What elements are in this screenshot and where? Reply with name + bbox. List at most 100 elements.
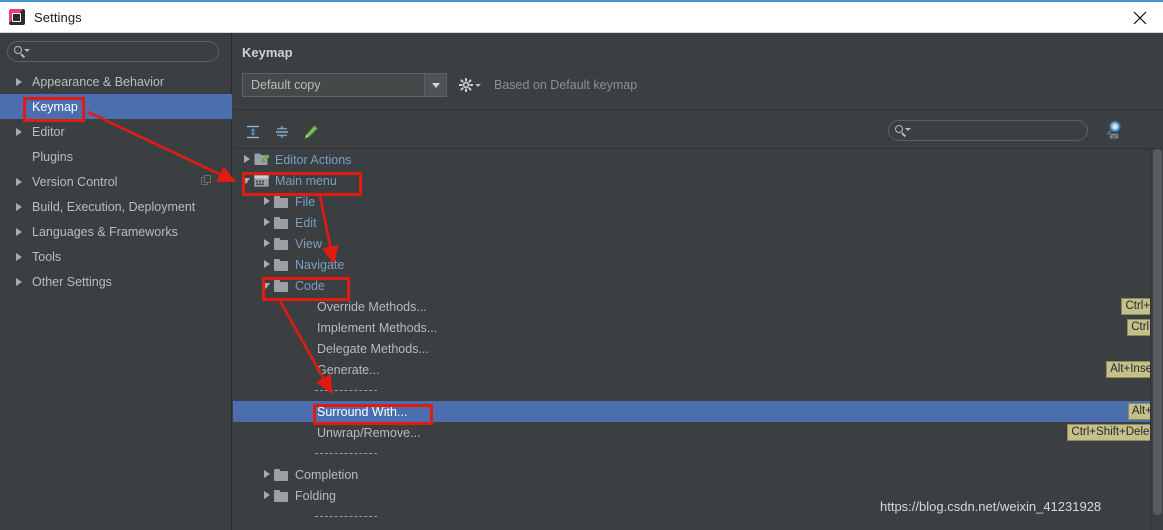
tree-row-label: Editor Actions bbox=[275, 152, 352, 167]
tree-row-generate[interactable]: Generate... Alt+Insert bbox=[233, 359, 1163, 380]
keymap-selector-row: Default copy Based on Default keymap bbox=[242, 73, 637, 97]
tree-separator-row bbox=[233, 380, 1163, 401]
separator-line bbox=[315, 516, 377, 517]
tree-row-label: Navigate bbox=[295, 257, 345, 272]
tree-row-completion[interactable]: Completion bbox=[233, 464, 1163, 485]
chevron-right-icon[interactable] bbox=[14, 276, 26, 288]
tree-row-surround-with[interactable]: Surround With... Alt+T bbox=[233, 401, 1163, 422]
chevron-right-icon[interactable] bbox=[261, 489, 274, 502]
chevron-right-icon[interactable] bbox=[14, 226, 26, 238]
sidebar-item-label: Build, Execution, Deployment bbox=[32, 199, 196, 214]
tree-search[interactable] bbox=[888, 120, 1088, 141]
search-icon bbox=[14, 45, 30, 58]
based-on-label: Based on Default keymap bbox=[494, 78, 638, 92]
sidebar-item-build-execution-deployment[interactable]: Build, Execution, Deployment bbox=[0, 194, 232, 219]
tree-row-code[interactable]: Code bbox=[233, 275, 1163, 296]
main-menu-icon bbox=[254, 174, 270, 188]
tree-row-view[interactable]: View bbox=[233, 233, 1163, 254]
copy-icon bbox=[201, 175, 212, 186]
keymap-toolbar bbox=[242, 121, 322, 143]
chevron-right-icon[interactable] bbox=[261, 468, 274, 481]
sidebar-search-input[interactable] bbox=[29, 44, 218, 59]
sidebar-item-plugins[interactable]: Plugins bbox=[0, 144, 232, 169]
expand-all-button[interactable] bbox=[242, 121, 264, 143]
window-titlebar: Settings bbox=[0, 2, 1163, 33]
tree-row-override-methods[interactable]: Override Methods... Ctrl+O bbox=[233, 296, 1163, 317]
chevron-down-icon[interactable] bbox=[261, 279, 274, 292]
chevron-right-icon[interactable] bbox=[261, 195, 274, 208]
folder-icon bbox=[274, 237, 290, 251]
tree-row-label: Folding bbox=[295, 488, 336, 503]
page-title: Keymap bbox=[242, 45, 293, 60]
folder-icon bbox=[274, 468, 290, 482]
tree-row-file[interactable]: File bbox=[233, 191, 1163, 212]
editor-actions-icon bbox=[254, 153, 270, 167]
chevron-right-icon[interactable] bbox=[241, 153, 254, 166]
gear-icon bbox=[459, 78, 473, 92]
chevron-down-icon[interactable] bbox=[241, 174, 254, 187]
sidebar-item-label: Editor bbox=[32, 124, 65, 139]
tree-vertical-scrollbar[interactable] bbox=[1150, 149, 1163, 530]
separator-line bbox=[315, 390, 377, 391]
separator-line bbox=[315, 453, 377, 454]
folder-icon bbox=[274, 279, 290, 293]
tree-row-navigate[interactable]: Navigate bbox=[233, 254, 1163, 275]
tree-row-editor-actions[interactable]: Editor Actions bbox=[233, 149, 1163, 170]
tree-row-label: View bbox=[295, 236, 322, 251]
chevron-down-icon bbox=[475, 83, 481, 87]
close-icon bbox=[1133, 11, 1147, 24]
sidebar-item-label: Other Settings bbox=[32, 274, 112, 289]
close-button[interactable] bbox=[1117, 2, 1163, 33]
tree-row-label: Generate... bbox=[317, 362, 380, 377]
sidebar-search[interactable] bbox=[7, 41, 219, 62]
folder-icon bbox=[274, 489, 290, 503]
panel-divider bbox=[233, 109, 1163, 110]
sidebar-item-label: Languages & Frameworks bbox=[32, 224, 178, 239]
chevron-right-icon[interactable] bbox=[14, 76, 26, 88]
collapse-all-button[interactable] bbox=[271, 121, 293, 143]
chevron-right-icon[interactable] bbox=[14, 176, 26, 188]
chevron-right-icon[interactable] bbox=[261, 258, 274, 271]
tree-row-label: File bbox=[295, 194, 316, 209]
chevron-right-icon[interactable] bbox=[14, 201, 26, 213]
sidebar-item-languages-frameworks[interactable]: Languages & Frameworks bbox=[0, 219, 232, 244]
tree-row-delegate-methods[interactable]: Delegate Methods... bbox=[233, 338, 1163, 359]
chevron-down-icon[interactable] bbox=[424, 74, 446, 96]
tree-scrollbar-thumb[interactable] bbox=[1153, 149, 1162, 515]
chevron-right-icon[interactable] bbox=[14, 251, 26, 263]
find-by-shortcut-button[interactable] bbox=[1102, 118, 1126, 142]
tree-search-input[interactable] bbox=[910, 123, 1087, 138]
tree-row-implement-methods[interactable]: Implement Methods... Ctrl+I bbox=[233, 317, 1163, 338]
tree-row-unwrap-remove[interactable]: Unwrap/Remove... Ctrl+Shift+Delete bbox=[233, 422, 1163, 443]
pencil-icon bbox=[304, 125, 318, 139]
tree-row-label: Main menu bbox=[275, 173, 337, 188]
folder-icon bbox=[274, 258, 290, 272]
tree-separator-row bbox=[233, 443, 1163, 464]
sidebar-item-list: Appearance & Behavior Keymap Editor Plugins… bbox=[0, 69, 232, 294]
sidebar-item-editor[interactable]: Editor bbox=[0, 119, 232, 144]
keymap-combobox[interactable]: Default copy bbox=[242, 73, 447, 97]
tree-row-edit[interactable]: Edit bbox=[233, 212, 1163, 233]
tree-row-label: Implement Methods... bbox=[317, 320, 438, 335]
sidebar-item-appearance-behavior[interactable]: Appearance & Behavior bbox=[0, 69, 232, 94]
sidebar-item-tools[interactable]: Tools bbox=[0, 244, 232, 269]
tree-row-label: Unwrap/Remove... bbox=[317, 425, 421, 440]
tree-row-main-menu[interactable]: Main menu bbox=[233, 170, 1163, 191]
edit-shortcut-button[interactable] bbox=[300, 121, 322, 143]
sidebar-item-version-control[interactable]: Version Control bbox=[0, 169, 232, 194]
chevron-right-icon[interactable] bbox=[14, 126, 26, 138]
sidebar-item-keymap[interactable]: Keymap bbox=[0, 94, 232, 119]
chevron-right-icon[interactable] bbox=[261, 216, 274, 229]
sidebar-item-other-settings[interactable]: Other Settings bbox=[0, 269, 232, 294]
keymap-settings-button[interactable] bbox=[459, 78, 481, 92]
sidebar-item-label: Appearance & Behavior bbox=[32, 74, 165, 89]
chevron-right-icon[interactable] bbox=[261, 237, 274, 250]
